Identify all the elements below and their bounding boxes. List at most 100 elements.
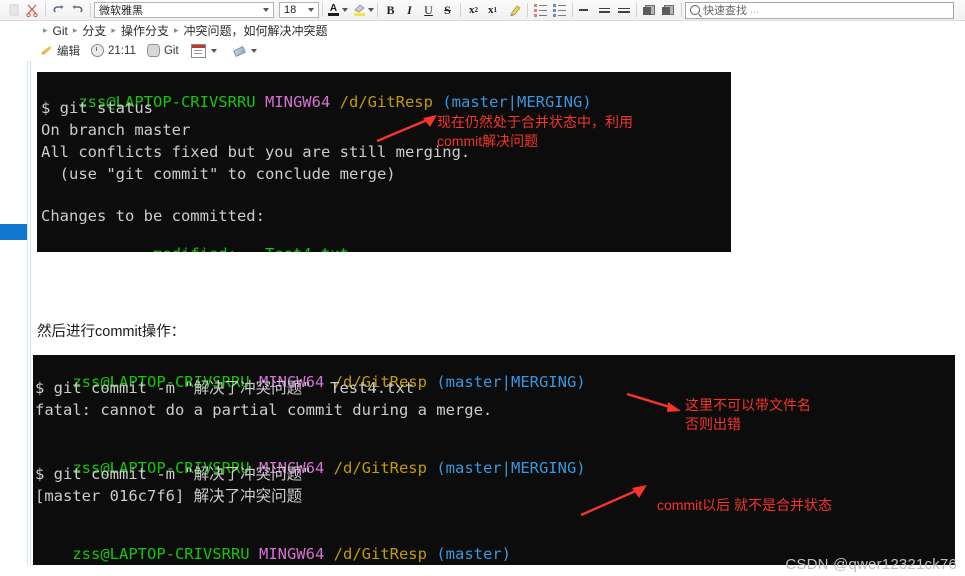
underline-button[interactable]: U [419, 1, 438, 19]
chevron-down-icon [263, 8, 269, 12]
notebook-icon [146, 44, 160, 57]
font-family-value: 微软雅黑 [99, 5, 143, 17]
text-color-button[interactable]: A [326, 1, 348, 19]
subscript-exp: 1 [493, 6, 498, 14]
increase-indent-icon[interactable] [659, 1, 678, 19]
font-family-select[interactable]: 微软雅黑 [94, 2, 274, 18]
highlight-color-button[interactable] [352, 1, 374, 19]
terminal-prompt-env: MINGW64 [258, 544, 325, 563]
terminal-prompt-path: /d/GitResp [333, 544, 427, 563]
search-icon [690, 5, 700, 15]
chevron-down-icon[interactable] [342, 8, 348, 12]
numbered-list-icon[interactable] [531, 1, 550, 19]
chevron-down-icon [308, 8, 314, 12]
annotation-arrow-2 [626, 392, 681, 412]
align-center-icon[interactable] [595, 1, 614, 19]
terminal-indent [78, 245, 153, 253]
scroll-position-marker[interactable] [0, 224, 27, 240]
clock-icon [91, 44, 104, 57]
toolbar-divider [681, 3, 682, 17]
terminal-prompt-user: zss@LAPTOP-CRIVSRRU [72, 544, 250, 563]
terminal-line: fatal: cannot do a partial commit during… [35, 401, 493, 419]
breadcrumb-item-git[interactable]: Git [53, 24, 68, 38]
redo-icon[interactable] [68, 1, 87, 19]
formatting-toolbar: 微软雅黑 18 A B I U S x2 x1 快速查找 ... [0, 0, 965, 21]
terminal-screenshot-1: zss@LAPTOP-CRIVSRRU MINGW64 /d/GitResp (… [37, 72, 731, 252]
breadcrumb-separator-icon: ▸ [111, 25, 116, 35]
terminal-line: zss@LAPTOP-CRIVSRRU MINGW64 /d/GitResp (… [33, 445, 955, 476]
terminal-prompt-path: /d/GitResp [333, 458, 427, 477]
terminal-prompt-branch: (master|MERGING) [442, 92, 592, 111]
subscript-button[interactable]: x1 [483, 1, 502, 19]
terminal-line: modified: Test4.txt [37, 231, 731, 252]
breadcrumb-separator-icon: ▸ [173, 25, 179, 35]
notebook-label[interactable]: Git [164, 45, 179, 57]
content-left-border [30, 21, 31, 576]
undo-icon[interactable] [49, 1, 68, 19]
terminal-line: Changes to be committed: [41, 207, 265, 225]
toolbar-divider [322, 3, 323, 17]
breadcrumb-item-current[interactable]: 冲突问题，如何解决冲突题 [184, 22, 328, 39]
terminal-line: zss@LAPTOP-CRIVSRRU MINGW64 /d/GitResp (… [37, 79, 731, 110]
terminal-prompt-branch: (master|MERGING) [436, 458, 586, 477]
toolbar-divider [90, 3, 91, 17]
paste-icon[interactable] [4, 1, 23, 19]
terminal-prompt-branch: (master) [436, 544, 511, 563]
toolbar-divider [527, 3, 528, 17]
toolbar-divider [636, 3, 637, 17]
timestamp: 21:11 [108, 44, 136, 57]
annotation-note-2: 这里不可以带文件名 否则出错 [685, 397, 811, 432]
paragraph-commit-intro: 然后进行commit操作： [37, 324, 186, 340]
terminal-screenshot-2: zss@LAPTOP-CRIVSRRU MINGW64 /d/GitResp (… [33, 355, 955, 565]
highlight-icon [352, 4, 367, 16]
breadcrumb-separator-icon: ▸ [72, 25, 78, 35]
tag-icon[interactable] [233, 45, 246, 56]
annotation-note-3: commit以后 就不是合并状态 [657, 497, 832, 513]
terminal-modified-file: modified: Test4.txt [153, 245, 349, 252]
terminal-line: zss@LAPTOP-CRIVSRRU MINGW64 /d/GitResp (… [33, 531, 955, 562]
note-metadata-bar: 编辑 21:11 Git [0, 40, 965, 61]
font-size-value: 18 [284, 4, 297, 16]
chevron-down-icon[interactable] [368, 8, 374, 12]
terminal-prompt-branch: (master|MERGING) [436, 372, 586, 391]
annotation-arrow-1 [376, 115, 437, 143]
font-size-select[interactable]: 18 [279, 2, 319, 18]
annotation-arrow-3 [580, 485, 647, 517]
breadcrumb-item-branch[interactable]: 分支 [82, 22, 106, 39]
terminal-line: zss@LAPTOP-CRIVSRRU MINGW64 /d/GitResp (… [33, 359, 955, 390]
cut-icon[interactable] [23, 1, 42, 19]
quick-search-ellipsis: ... [750, 4, 760, 16]
align-left-icon[interactable] [576, 1, 595, 19]
italic-button[interactable]: I [400, 1, 419, 19]
clear-format-icon[interactable] [505, 1, 524, 19]
superscript-button[interactable]: x2 [464, 1, 483, 19]
toolbar-divider [377, 3, 378, 17]
font-color-icon: A [326, 4, 341, 16]
terminal-prompt-path: /d/GitResp [339, 92, 433, 111]
calendar-icon[interactable] [190, 43, 206, 58]
terminal-line: (use "git commit" to conclude merge) [41, 165, 396, 183]
strikethrough-button[interactable]: S [438, 1, 457, 19]
breadcrumb: ▸ Git ▸ 分支 ▸ 操作分支 ▸ 冲突问题，如何解决冲突题 [0, 21, 965, 40]
quick-search-input[interactable]: 快速查找 ... [685, 1, 954, 19]
watermark: CSDN @qwer12321ck76 [785, 556, 957, 573]
annotation-note-1: 现在仍然处于合并状态中，利用 commit解决问题 [437, 114, 633, 149]
align-right-icon[interactable] [614, 1, 633, 19]
quick-search-placeholder: 快速查找 [703, 5, 747, 17]
edit-icon[interactable] [40, 44, 53, 57]
toolbar-divider [460, 3, 461, 17]
toolbar-divider [45, 3, 46, 17]
chevron-down-icon[interactable] [250, 48, 257, 53]
text-color-letter: A [329, 3, 338, 14]
decrease-indent-icon[interactable] [640, 1, 659, 19]
bulleted-list-icon[interactable] [550, 1, 569, 19]
breadcrumb-item-branch-ops[interactable]: 操作分支 [121, 22, 169, 39]
superscript-exp: 2 [474, 6, 479, 14]
breadcrumb-separator-icon: ▸ [43, 25, 48, 35]
chevron-down-icon[interactable] [210, 48, 217, 53]
sidebar-divider [27, 21, 28, 576]
bold-button[interactable]: B [381, 1, 400, 19]
edit-label[interactable]: 编辑 [57, 43, 80, 59]
